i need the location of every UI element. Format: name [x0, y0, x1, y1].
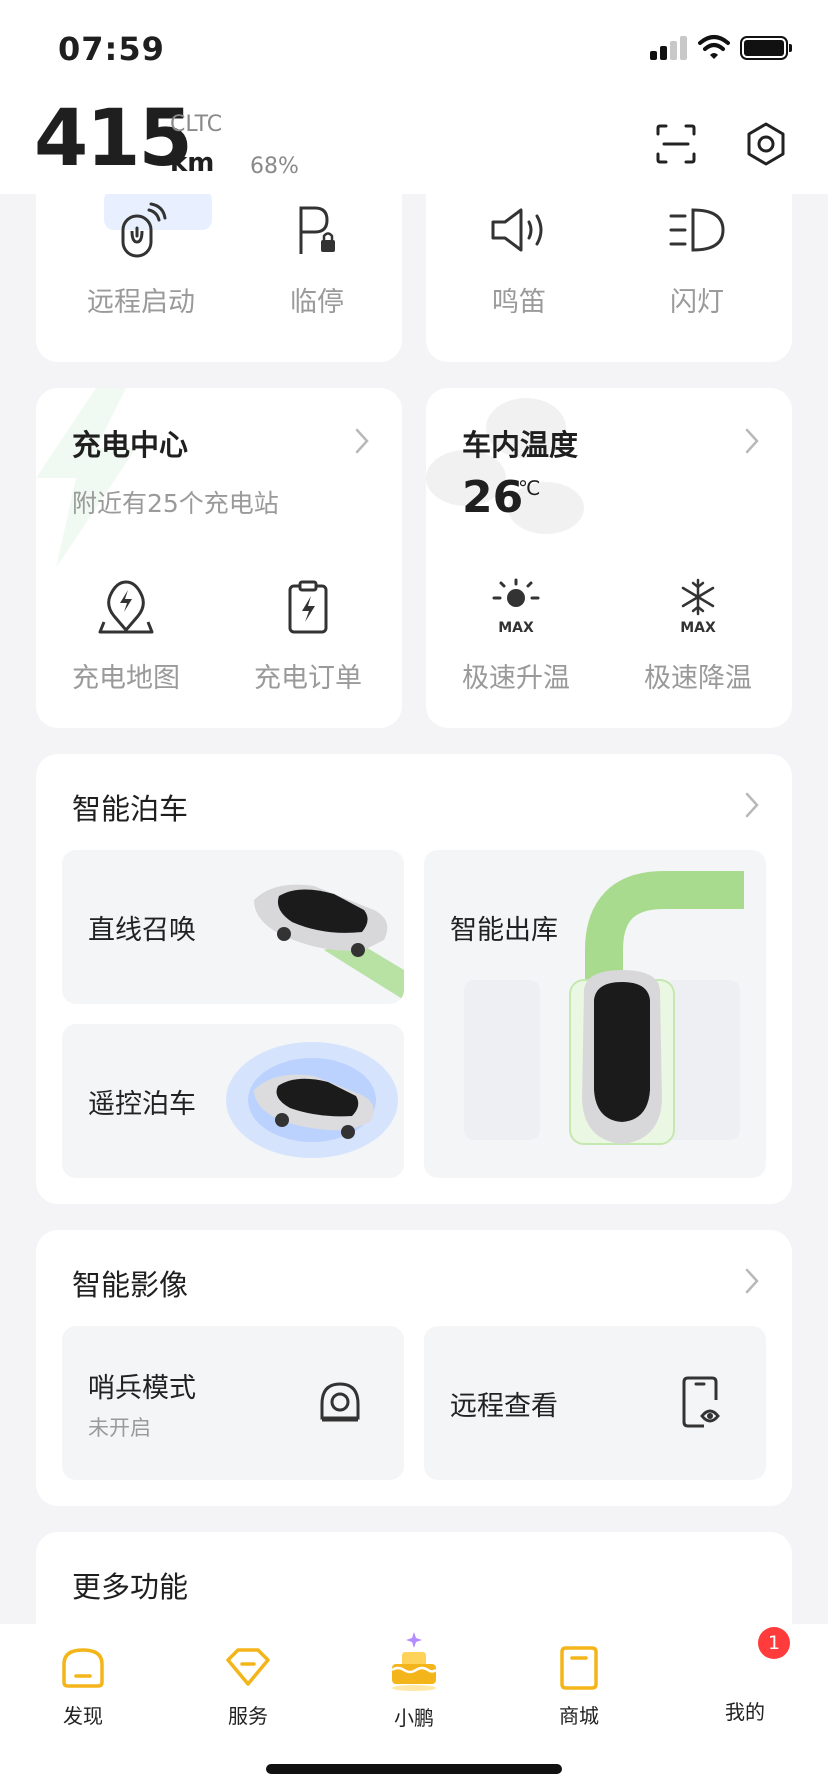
- sentry-mode-label: 哨兵模式: [88, 1373, 196, 1404]
- smart-imaging-card: 智能影像 哨兵模式 未开启 远程查看: [36, 1230, 792, 1506]
- scan-icon[interactable]: [652, 120, 700, 168]
- range-value: 415: [34, 94, 193, 184]
- charging-map-label: 充电地图: [72, 663, 180, 694]
- charging-orders-icon: [288, 580, 328, 634]
- nav-xiaopeng[interactable]: 小鹏: [359, 1630, 469, 1731]
- cabin-temperature-value: 26: [462, 472, 524, 523]
- temp-park-button[interactable]: 临停: [232, 200, 402, 319]
- snowflake-max-icon: MAX: [680, 578, 716, 636]
- service-icon: [226, 1648, 270, 1686]
- range-standard: CLTC: [170, 112, 223, 137]
- range-header: 415 CLTC km 68%: [0, 90, 828, 194]
- nav-service-label: 服务: [228, 1704, 268, 1728]
- straight-summon-button[interactable]: 直线召唤: [62, 850, 404, 1004]
- more-functions-title: 更多功能: [72, 1570, 189, 1604]
- fan-watermark-icon: [426, 398, 584, 534]
- remote-view-label: 远程查看: [450, 1391, 558, 1422]
- sentry-mode-button[interactable]: 哨兵模式 未开启: [62, 1326, 404, 1480]
- remote-start-label: 远程启动: [87, 287, 195, 318]
- battery-icon: [740, 36, 792, 60]
- nav-discover[interactable]: 发现: [28, 1644, 138, 1729]
- climate-title: 车内温度: [462, 428, 579, 462]
- nav-xiaopeng-label: 小鹏: [394, 1706, 434, 1730]
- status-time: 07:59: [58, 30, 165, 68]
- remote-view-phone-icon: [682, 1376, 720, 1428]
- charging-title: 充电中心: [72, 428, 189, 462]
- flash-lights-button[interactable]: 闪灯: [612, 200, 782, 319]
- discover-icon: [62, 1648, 104, 1688]
- smart-parking-card: 智能泊车 直线召唤 遥控泊车 智能出库: [36, 754, 792, 1204]
- cellular-signal-icon: [650, 36, 690, 60]
- charging-chevron-icon: [355, 428, 369, 454]
- heat-max-text: MAX: [498, 620, 534, 636]
- parking-chevron-icon[interactable]: [742, 790, 762, 820]
- charging-center-card[interactable]: 充电中心 附近有25个充电站 充电地图 充电订单: [36, 388, 402, 728]
- rapid-cool-label: 极速降温: [644, 663, 752, 694]
- smart-exit-button[interactable]: 智能出库: [424, 850, 766, 1178]
- wifi-icon: [698, 35, 730, 59]
- battery-percent: 68%: [250, 154, 299, 179]
- nav-service[interactable]: 服务: [193, 1644, 303, 1729]
- sun-max-icon: MAX: [492, 578, 540, 636]
- straight-summon-label: 直线召唤: [88, 915, 196, 946]
- nav-discover-label: 发现: [63, 1704, 103, 1728]
- remote-parking-button[interactable]: 遥控泊车: [62, 1024, 404, 1178]
- sentry-camera-icon: [320, 1382, 360, 1422]
- remote-parking-label: 遥控泊车: [88, 1089, 196, 1120]
- headlight-icon: [669, 208, 725, 252]
- parking-title: 智能泊车: [72, 792, 189, 826]
- horn-icon: [491, 208, 543, 252]
- temperature-unit: ℃: [518, 476, 541, 500]
- parking-lock-icon: [299, 206, 335, 254]
- notification-badge: 1: [758, 1627, 790, 1659]
- rapid-heat-label: 极速升温: [462, 663, 570, 694]
- climate-chevron-icon: [745, 428, 759, 454]
- range-unit: km: [170, 148, 215, 178]
- horn-button[interactable]: 鸣笛: [434, 200, 604, 319]
- remote-start-button[interactable]: 远程启动: [56, 200, 226, 319]
- cool-max-text: MAX: [680, 620, 716, 636]
- remote-start-icon: [121, 202, 167, 258]
- charging-orders-button[interactable]: 充电订单: [218, 578, 398, 695]
- flash-lights-label: 闪灯: [670, 287, 724, 318]
- rapid-heat-button[interactable]: MAX 极速升温: [426, 578, 606, 695]
- home-indicator[interactable]: [266, 1764, 562, 1774]
- rapid-cool-button[interactable]: MAX 极速降温: [608, 578, 788, 695]
- imaging-chevron-icon[interactable]: [742, 1266, 762, 1296]
- charging-orders-label: 充电订单: [254, 663, 362, 694]
- charging-watermark-icon: [36, 388, 136, 568]
- horn-label: 鸣笛: [492, 287, 546, 318]
- remote-park-car-icon: [226, 1042, 398, 1158]
- nav-me-label: 我的: [725, 1700, 765, 1724]
- mall-bag-icon: [560, 1646, 598, 1690]
- sentry-mode-status: 未开启: [88, 1416, 151, 1440]
- remote-view-button[interactable]: 远程查看: [424, 1326, 766, 1480]
- settings-icon[interactable]: [742, 120, 790, 168]
- charging-map-button[interactable]: 充电地图: [36, 578, 216, 695]
- summon-car-icon: [254, 884, 404, 1000]
- temp-park-label: 临停: [290, 287, 344, 318]
- xiaopeng-cake-icon: [391, 1632, 437, 1691]
- imaging-title: 智能影像: [72, 1268, 189, 1302]
- charging-subtitle: 附近有25个充电站: [72, 489, 279, 518]
- exit-path-car-icon: [464, 871, 744, 1145]
- nav-me[interactable]: 我的: [690, 1644, 800, 1725]
- nav-mall[interactable]: 商城: [524, 1644, 634, 1729]
- cabin-temperature-card[interactable]: 车内温度 26 ℃ MAX 极速升温 MAX 极速降温: [426, 388, 792, 728]
- charging-map-icon: [98, 580, 154, 634]
- nav-mall-label: 商城: [559, 1704, 599, 1728]
- status-bar: 07:59: [0, 0, 828, 90]
